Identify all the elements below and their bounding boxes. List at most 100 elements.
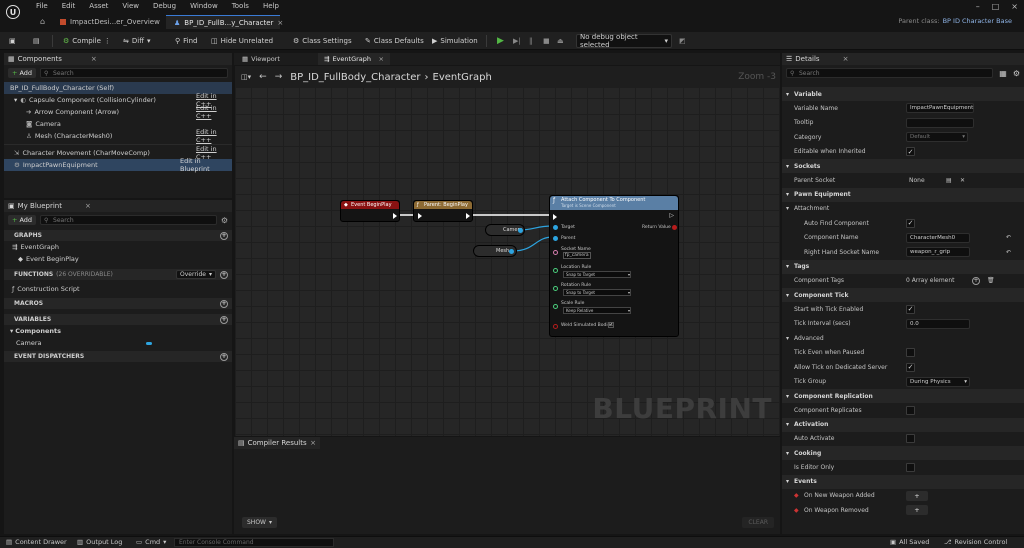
event-begin-play-item[interactable]: ◆ Event BeginPlay	[4, 253, 232, 265]
components-category[interactable]: ▾ Components	[4, 325, 232, 337]
category-activation[interactable]: ▾ Activation	[782, 417, 1024, 432]
category-tags[interactable]: ▾ Tags	[782, 259, 1024, 274]
add-macro-icon[interactable]: +	[220, 299, 228, 308]
clear-button[interactable]: CLEAR	[742, 517, 774, 528]
close-icon[interactable]: ×	[843, 55, 849, 63]
menu-help[interactable]: Help	[263, 2, 279, 10]
hide-unrelated-button[interactable]: ◫ Hide Unrelated	[208, 34, 276, 48]
socket-name-field[interactable]: fp_camera	[563, 252, 591, 259]
component-name-field[interactable]: CharacterMesh0	[906, 232, 970, 243]
tab-viewport[interactable]: ▦ Viewport	[236, 53, 286, 65]
parent-begin-play-node[interactable]: ƒ Parent: BeginPlay	[413, 200, 473, 222]
edit-in-blueprint-link[interactable]: Edit in Blueprint	[180, 157, 232, 173]
category-pawn-equipment[interactable]: ▾ Pawn Equipment	[782, 187, 1024, 202]
override-dropdown[interactable]: Override ▾	[176, 270, 216, 279]
reset-arrow-icon[interactable]: ↶	[1006, 249, 1011, 256]
add-member-button[interactable]: + Add	[8, 215, 37, 225]
exec-in-pin[interactable]	[418, 213, 422, 219]
editor-only-checkbox[interactable]	[906, 462, 915, 472]
event-begin-play-node[interactable]: ◆ Event BeginPlay	[340, 200, 400, 222]
auto-activate-checkbox[interactable]	[906, 434, 915, 444]
debug-object-select[interactable]: No debug object selected ▾	[576, 33, 672, 49]
simulation-button[interactable]: ▶ Simulation	[429, 34, 481, 48]
category-variable[interactable]: ▾ Variable	[782, 87, 1024, 101]
add-variable-icon[interactable]: +	[220, 315, 228, 324]
scale-rule-dropdown[interactable]: Keep Relative ▾	[563, 307, 631, 314]
event-graph-item[interactable]: ⇶ EventGraph	[4, 241, 232, 253]
rh-socket-field[interactable]: weapon_r_grip	[906, 247, 970, 258]
my-blueprint-search-input[interactable]: ⚲ Search	[40, 215, 217, 225]
add-graph-icon[interactable]: +	[220, 231, 228, 240]
rotation-rule-dropdown[interactable]: Snap to Target ▾	[563, 289, 631, 296]
step-icon[interactable]: ▶|	[510, 34, 524, 48]
menu-asset[interactable]: Asset	[89, 2, 108, 10]
tick-interval-field[interactable]: 0.0	[906, 318, 970, 329]
weld-pin[interactable]	[553, 324, 558, 329]
exec-in-pin[interactable]	[553, 214, 557, 220]
component-row-mesh[interactable]: ♙ Mesh (CharacterMesh0) Edit in C++	[4, 128, 232, 144]
return-value-pin[interactable]	[672, 225, 677, 230]
editable-inherited-checkbox[interactable]: ✓	[906, 147, 915, 157]
variable-name-field[interactable]: ImpactPawnEquipment	[906, 103, 974, 114]
location-rule-pin[interactable]	[553, 268, 558, 273]
attachment-group[interactable]: ▾ Attachment	[782, 202, 1024, 217]
diff-button[interactable]: ⇋ Diff ▾	[120, 34, 154, 48]
target-pin[interactable]	[553, 225, 558, 230]
reset-arrow-icon[interactable]: ↶	[1006, 234, 1011, 241]
save-icon[interactable]: ▣	[6, 34, 19, 48]
menu-window[interactable]: Window	[190, 2, 218, 10]
category-component-replication[interactable]: ▾ Component Replication	[782, 389, 1024, 403]
cmd-dropdown[interactable]: ▭ Cmd ▾	[136, 538, 166, 546]
gear-icon[interactable]: ⚙	[221, 216, 228, 225]
category-component-tick[interactable]: ▾ Component Tick	[782, 288, 1024, 302]
compile-button[interactable]: ⚙ Compile ⋮	[60, 34, 114, 48]
add-event-button[interactable]: +	[906, 490, 928, 501]
auto-find-checkbox[interactable]: ✓	[906, 218, 915, 228]
mesh-getter-node[interactable]: Mesh	[473, 245, 517, 257]
component-row-arrow[interactable]: ➔ Arrow Component (Arrow) Edit in C++	[4, 104, 232, 120]
gear-icon[interactable]: ⚙	[1013, 69, 1020, 78]
rotation-rule-pin[interactable]	[553, 286, 558, 291]
clear-icon[interactable]: ✕	[960, 177, 965, 184]
pause-icon[interactable]: ‖	[526, 34, 536, 48]
parent-class-link[interactable]: BP ID Character Base	[943, 17, 1012, 25]
menu-edit[interactable]: Edit	[62, 2, 76, 10]
tick-dedicated-checkbox[interactable]: ✓	[906, 362, 915, 372]
revision-control-button[interactable]: ⎇ Revision Control	[944, 538, 1007, 546]
class-settings-button[interactable]: ⚙ Class Settings	[290, 34, 355, 48]
check-icon[interactable]: ✓	[608, 322, 614, 328]
output-log-button[interactable]: ▥ Output Log	[77, 538, 122, 546]
attach-component-node[interactable]: ƒ Attach Component To Component Target i…	[549, 195, 679, 337]
add-event-button[interactable]: +	[906, 505, 928, 516]
graph-canvas[interactable]: ◫▾ ← → BP_ID_FullBody_Character › EventG…	[235, 66, 780, 436]
tick-paused-checkbox[interactable]	[906, 348, 915, 358]
trash-icon[interactable]: 🗑	[987, 277, 995, 284]
edit-in-cpp-link[interactable]: Edit in C++	[196, 128, 232, 144]
macros-section[interactable]: MACROS +	[4, 298, 232, 309]
details-search-input[interactable]: ⚲ Search	[786, 68, 994, 78]
parent-pin[interactable]	[553, 236, 558, 241]
exec-out-pin[interactable]	[466, 213, 470, 219]
scale-rule-pin[interactable]	[553, 304, 558, 309]
menu-tools[interactable]: Tools	[232, 2, 249, 10]
menu-view[interactable]: View	[122, 2, 139, 10]
all-saved-indicator[interactable]: ▣ All Saved	[890, 538, 929, 546]
unreal-logo-icon[interactable]: U	[6, 5, 20, 19]
exec-out-pin[interactable]	[393, 213, 397, 219]
output-pin[interactable]	[509, 249, 514, 254]
camera-variable[interactable]: Camera	[4, 337, 232, 349]
category-events[interactable]: ▾ Events	[782, 474, 1024, 489]
stop-icon[interactable]: ■	[540, 34, 553, 48]
start-tick-checkbox[interactable]: ✓	[906, 304, 915, 314]
add-component-button[interactable]: + Add	[8, 68, 37, 78]
close-icon[interactable]: ×	[91, 55, 97, 63]
grid-view-icon[interactable]: ▦	[999, 69, 1007, 78]
find-button[interactable]: ⚲ Find	[172, 34, 200, 48]
chevron-down-icon[interactable]: ⋮	[104, 37, 111, 45]
menu-file[interactable]: File	[36, 2, 48, 10]
construction-script-item[interactable]: ƒ Construction Script	[4, 283, 232, 295]
close-icon[interactable]: ×	[277, 19, 283, 27]
play-icon[interactable]: ▶	[494, 34, 507, 48]
camera-getter-node[interactable]: Camera	[485, 224, 525, 236]
category-dropdown[interactable]: Default ▾	[906, 132, 968, 143]
